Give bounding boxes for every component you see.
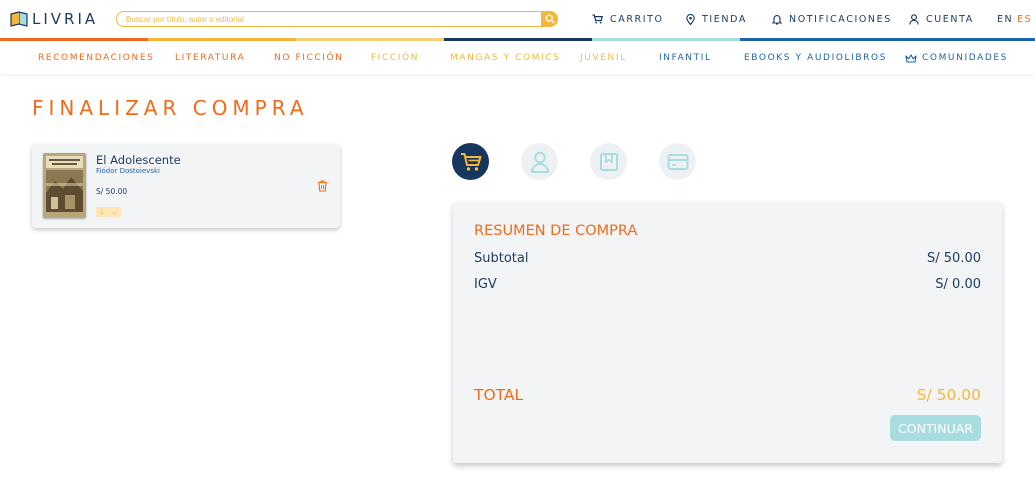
continue-button[interactable]: CONTINUAR xyxy=(890,415,981,441)
nav-notifications[interactable]: NOTIFICACIONES xyxy=(772,11,892,27)
book-cover-image[interactable] xyxy=(43,153,86,218)
nav-store[interactable]: TIENDA xyxy=(686,11,747,27)
brand-name: LIVRIA xyxy=(32,10,99,28)
trash-icon[interactable] xyxy=(317,180,328,192)
quantity-value: 1 xyxy=(100,208,104,216)
book-title[interactable]: El Adolescente xyxy=(96,153,181,167)
category-recomendaciones[interactable]: RECOMENDACIONES xyxy=(38,53,154,63)
user-icon xyxy=(909,13,919,25)
total-value: S/ 50.00 xyxy=(916,386,981,404)
category-no-ficcion[interactable]: NO FICCIÓN xyxy=(274,53,344,63)
book-cover-art xyxy=(43,153,86,218)
bell-icon xyxy=(772,14,782,25)
order-summary-panel: RESUMEN DE COMPRA Subtotal S/ 50.00 IGV … xyxy=(453,202,1002,463)
nav-store-label: TIENDA xyxy=(702,13,747,25)
subtotal-label: Subtotal xyxy=(474,251,529,266)
quantity-select[interactable]: 1 ⌄ xyxy=(96,207,121,217)
nav-account-label: CUENTA xyxy=(926,13,974,25)
category-comunidades[interactable]: COMUNIDADES xyxy=(905,53,1008,63)
crown-icon xyxy=(905,53,917,63)
search-input[interactable] xyxy=(126,12,536,26)
cart-item-card: El Adolescente Fiódor Dostoievski S/ 50.… xyxy=(32,144,340,228)
category-nav: RECOMENDACIONES LITERATURA NO FICCIÓN FI… xyxy=(0,41,1035,74)
nav-cart[interactable]: CARRITO xyxy=(592,11,664,27)
bookmark-icon xyxy=(599,152,618,171)
language-switcher: EN ES xyxy=(997,11,1032,27)
category-mangas-y-comics[interactable]: MANGAS Y COMICS xyxy=(450,53,561,63)
location-pin-icon xyxy=(686,13,695,25)
category-ebooks-y-audiolibros[interactable]: EBOOKS Y AUDIOLIBROS xyxy=(744,53,887,63)
category-ficcion[interactable]: FICCIÓN xyxy=(371,53,419,63)
brand-logo[interactable]: LIVRIA xyxy=(10,8,98,30)
category-literatura[interactable]: LITERATURA xyxy=(175,53,245,63)
nav-cart-label: CARRITO xyxy=(610,13,664,25)
user-icon xyxy=(530,151,549,173)
step-user[interactable] xyxy=(521,143,558,180)
top-bar: LIVRIA CARRITO TIENDA NOTIFICACIONES xyxy=(0,0,1035,38)
search-button[interactable] xyxy=(541,11,558,27)
igv-label: IGV xyxy=(474,277,497,292)
book-author: Fiódor Dostoievski xyxy=(96,167,160,175)
step-bookmark[interactable] xyxy=(590,143,627,180)
book-price: S/ 50.00 xyxy=(96,187,128,196)
subtotal-value: S/ 50.00 xyxy=(927,251,981,266)
nav-notifications-label: NOTIFICACIONES xyxy=(789,13,892,25)
step-payment[interactable] xyxy=(659,143,696,180)
category-infantil[interactable]: INFANTIL xyxy=(659,53,712,63)
page-title: FINALIZAR COMPRA xyxy=(32,96,309,120)
nav-account[interactable]: CUENTA xyxy=(909,11,974,27)
search-bar xyxy=(116,11,558,27)
credit-card-icon xyxy=(667,153,688,170)
category-juvenil[interactable]: JUVENIL xyxy=(580,53,627,63)
cart-icon xyxy=(592,14,603,24)
cart-icon xyxy=(460,152,481,171)
step-cart[interactable] xyxy=(452,143,489,180)
chevron-down-icon: ⌄ xyxy=(111,208,117,216)
igv-value: S/ 0.00 xyxy=(935,277,981,292)
lang-en[interactable]: EN xyxy=(997,14,1013,25)
book-logo-icon xyxy=(10,11,28,27)
lang-es[interactable]: ES xyxy=(1017,14,1032,25)
total-label: TOTAL xyxy=(474,386,524,404)
summary-title: RESUMEN DE COMPRA xyxy=(474,223,638,239)
category-comunidades-label: COMUNIDADES xyxy=(922,53,1008,63)
search-icon xyxy=(545,14,554,24)
